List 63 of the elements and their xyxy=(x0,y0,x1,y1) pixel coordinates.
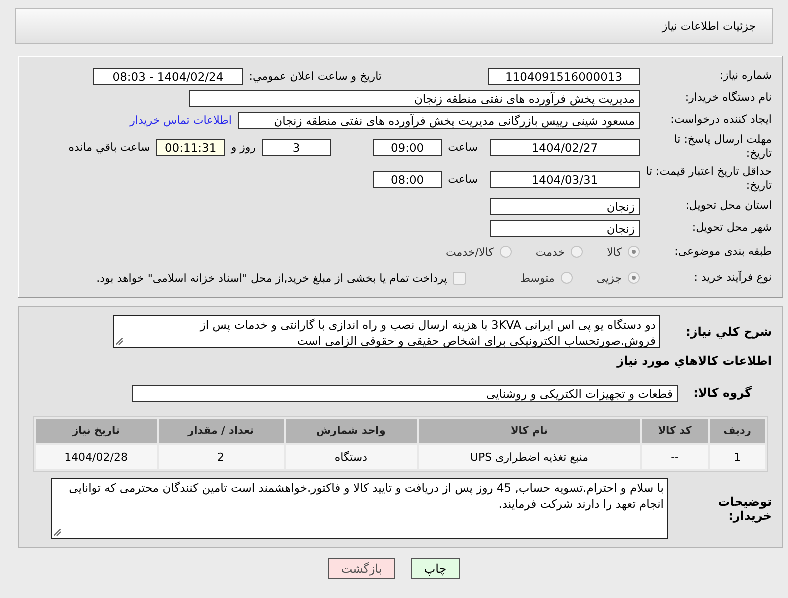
input-field[interactable]: 1404/03/31 xyxy=(490,170,640,188)
field-label: مهلت ارسال پاسخ: تا تاریخ: xyxy=(673,133,773,161)
radio-label: متوسط xyxy=(520,272,555,284)
radio-label: کالا xyxy=(607,246,622,258)
countdown-field[interactable]: 00:11:31 xyxy=(156,138,226,156)
field-label: استان محل تحویل: xyxy=(684,199,773,213)
field-label: شهر محل تحویل: xyxy=(691,221,773,235)
checkbox[interactable] xyxy=(453,272,466,284)
input-field[interactable]: 1404/02/24 - 08:03 xyxy=(93,68,244,84)
description-field[interactable]: دو دستگاه یو پی اس ایرانی 3KVA با هزینه ارسال نصب و راه اندازی با گارانتی و خدمات پس از فروش.صورتحساب الکترونیکی برای اشخاص حقیقی و حقوقی الزامی است xyxy=(113,315,660,348)
radio-label: جزیی xyxy=(596,272,622,284)
radio-button[interactable] xyxy=(571,246,584,258)
print-button[interactable]: چاپ xyxy=(411,558,460,579)
input-field[interactable]: زنجان xyxy=(490,220,640,236)
table-cell: 1404/02/28 xyxy=(36,445,157,469)
back-button[interactable]: بازگشت xyxy=(328,558,396,579)
field-label: نوع فرآیند خرید : xyxy=(693,271,773,285)
input-field[interactable]: 3 xyxy=(262,138,332,156)
radio-button[interactable] xyxy=(628,272,640,284)
notes-field[interactable]: با سلام و احترام.تسویه حساب, 45 روز پس از دریافت و تایید کالا و فاکتور.خواهشمند است تامین کنندگان محترمی که توانایی انجام تعهد را دارند شرکت فرمایند. xyxy=(51,478,668,539)
radio-button[interactable] xyxy=(500,246,512,258)
field-label: نام دستگاه خریدار: xyxy=(684,91,773,105)
input-field[interactable]: 1104091516000013 xyxy=(488,68,640,84)
section-title: اطلاعات کالاهاي مورد نیاز xyxy=(617,354,773,368)
column-header: کد کالا xyxy=(642,419,708,443)
page-title: جزئیات اطلاعات نیاز xyxy=(662,20,756,32)
field-label: طبقه بندی موضوعی: xyxy=(674,245,773,259)
radio-button[interactable] xyxy=(560,272,573,284)
table-cell: 1 xyxy=(710,445,765,469)
field-label: حداقل تاریخ اعتبار قیمت: تا تاریخ: xyxy=(646,165,773,193)
input-field[interactable]: 1404/02/27 xyxy=(490,138,640,156)
column-header: ردیف xyxy=(710,419,765,443)
field-label: تاریخ و ساعت اعلان عمومي: xyxy=(249,70,382,82)
table-cell: منبع تغذیه اضطراری UPS xyxy=(418,445,640,469)
contact-link[interactable]: اطلاعات تماس خریدار xyxy=(130,114,232,126)
field-label: شماره نیاز: xyxy=(718,69,773,83)
input-field[interactable]: مسعود شینی رییس بازرگانی مدیریت پخش فرآورده های نفتی منطقه زنجان xyxy=(238,112,640,128)
resize-grip-icon[interactable] xyxy=(116,338,123,345)
input-field[interactable]: زنجان xyxy=(490,198,640,214)
column-header: تاریخ نیاز xyxy=(36,419,157,443)
column-header: واحد شمارش xyxy=(286,419,417,443)
radio-label: کالا/خدمت xyxy=(446,246,494,258)
table-cell: -- xyxy=(642,445,708,469)
input-field[interactable]: مدیریت پخش فرآورده های نفتی منطقه زنجان xyxy=(189,90,640,106)
checkbox-label: پرداخت تمام یا بخشی از مبلغ خرید,از محل "اسناد خزانه اسلامی" خواهد بود. xyxy=(96,272,448,284)
field-label: ساعت xyxy=(448,140,478,154)
radio-label: خدمت xyxy=(536,246,566,258)
input-field[interactable]: قطعات و تجهیزات الکتریکی و روشنایی xyxy=(132,384,678,402)
input-field[interactable]: 08:00 xyxy=(373,170,442,188)
field-label: ایجاد کننده درخواست: xyxy=(670,113,773,127)
input-field[interactable]: 09:00 xyxy=(373,138,442,156)
radio-button[interactable] xyxy=(628,246,640,258)
field-label: توضیحات خریدار: xyxy=(717,494,773,522)
field-label: ساعت xyxy=(448,172,478,186)
field-label: شرح کلي نیاز: xyxy=(685,324,773,338)
field-label: ساعت باقي مانده xyxy=(68,140,150,154)
column-header: تعداد / مقدار xyxy=(158,419,284,443)
field-label: گروه کالا: xyxy=(692,386,753,400)
table-cell: 2 xyxy=(158,445,284,469)
resize-grip-icon[interactable] xyxy=(54,529,61,536)
column-header: نام کالا xyxy=(418,419,640,443)
field-label: روز و xyxy=(231,140,256,154)
table-cell: دستگاه xyxy=(286,445,417,469)
